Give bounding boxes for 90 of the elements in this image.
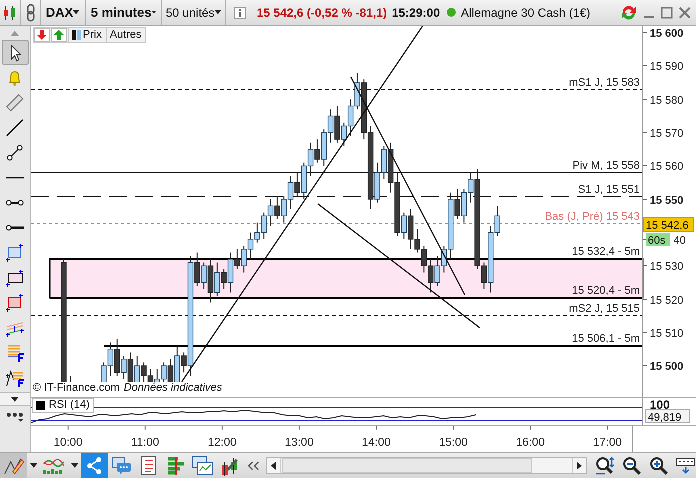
time-label: 10:00 [54, 437, 83, 450]
level-label: mS2 J, 15 515 [569, 303, 640, 315]
chart-tab[interactable]: Prix [68, 28, 105, 42]
trend-line[interactable] [318, 204, 480, 328]
time-label: 13:00 [285, 437, 314, 450]
info-icon [234, 6, 246, 18]
caret-right-icon [577, 462, 582, 470]
time-label: 15:00 [439, 437, 468, 450]
caret-icon [73, 10, 80, 15]
time-label: 16:00 [516, 437, 546, 450]
level-label: Piv M, 15 558 [572, 160, 640, 172]
caret-icon [30, 463, 38, 468]
arrow-down-icon [37, 30, 47, 40]
time-label: 11:00 [131, 437, 160, 450]
units-dropdown[interactable]: 50 unités [162, 0, 226, 25]
rectangle-icon [5, 242, 25, 262]
price-tick-label: 15 560 [650, 161, 684, 173]
segment-icon [6, 200, 24, 206]
segment-icon [5, 142, 25, 162]
level-line[interactable] [31, 196, 644, 198]
close-icon[interactable] [678, 6, 692, 20]
legend-swatch-icon [36, 401, 45, 410]
ray-icon [6, 224, 24, 230]
countdown-badge: 60s [646, 233, 670, 247]
refresh-icon[interactable] [620, 4, 638, 22]
price-tick-label: 15 580 [650, 95, 684, 107]
caret-up-icon [11, 30, 19, 36]
price-tick-label: 15 520 [650, 295, 684, 307]
comment-icon [110, 456, 133, 476]
buy-button[interactable] [51, 28, 67, 42]
level-label: 15 520,4 - 5m [572, 285, 640, 297]
double-chevron-icon[interactable] [246, 460, 261, 470]
level-label: 15 532,4 - 5m [572, 246, 640, 258]
rsi-label: RSI (14) [49, 398, 90, 414]
chart-tab[interactable]: Autres [106, 28, 145, 42]
level-label: Bas (J, Pré) 15 543 [545, 211, 640, 223]
keyboard-icon[interactable] [676, 456, 696, 476]
fibonacci-icon [5, 342, 25, 362]
instrument-name: Allemagne 30 Cash (1€) [461, 4, 591, 22]
rsi-scale-label: 100 [650, 398, 670, 412]
price-tick-label: 40 [674, 235, 686, 247]
link-icon [26, 4, 36, 22]
time-label: 17:00 [593, 437, 622, 450]
diagonal-line-icon [5, 118, 25, 138]
caret-icon [70, 463, 79, 468]
drawing-tool-button[interactable] [2, 40, 28, 65]
price-tick-label: 15 530 [650, 261, 684, 273]
level-label: S1 J, 15 551 [578, 184, 640, 196]
caret-icon [152, 10, 156, 15]
trend-line[interactable] [350, 76, 466, 296]
price-tick-label: 15 590 [650, 61, 684, 73]
arrow-up-icon [54, 30, 64, 40]
quote-text: 15 542,6 (-0,52 % -81,1) [257, 4, 388, 22]
candlestick-icon [2, 4, 18, 20]
sell-button[interactable] [34, 28, 50, 42]
level-label: 15 506,1 - 5m [572, 333, 640, 345]
time-label: 14:00 [362, 437, 391, 450]
price-tick-label: 15 570 [650, 128, 684, 140]
price-tick-label: 15 550 [650, 195, 684, 207]
price-tick-label: 15 600 [650, 28, 684, 40]
zoom-fit-icon[interactable] [595, 456, 615, 476]
timeframe-dropdown[interactable]: 5 minutes [86, 0, 162, 25]
price-tick-label: 15 510 [650, 328, 684, 340]
more-icon [6, 412, 24, 422]
rectangle-icon [5, 268, 25, 288]
disclaimer-text: Données indicatives [124, 380, 222, 396]
scrollbar-thumb[interactable] [282, 458, 532, 473]
windows-icon [192, 456, 214, 476]
trend-line[interactable] [182, 26, 424, 382]
caret-icon [214, 10, 221, 15]
last-price-badge: 15 542,6 [644, 218, 694, 232]
level-label: mS1 J, 15 583 [569, 77, 640, 89]
zoom-in-icon[interactable] [649, 456, 669, 476]
rectangle-icon [5, 292, 25, 312]
expand-button[interactable] [0, 392, 30, 406]
caret-left-icon [270, 462, 276, 470]
ruler-icon [5, 92, 25, 112]
attribution-text: © IT-Finance.com [33, 380, 120, 396]
zoom-out-icon[interactable] [622, 456, 642, 476]
time-text: 15:29:00 [392, 4, 440, 22]
level-line[interactable] [50, 258, 643, 260]
caret-icon [11, 396, 19, 402]
symbol-dropdown[interactable]: DAX [41, 0, 86, 25]
bars-icon [72, 30, 81, 40]
price-tick-label: 15 500 [650, 361, 684, 373]
time-label: 12:00 [208, 437, 237, 450]
rsi-value-badge: 49,819 [646, 410, 690, 424]
maximize-icon[interactable] [660, 6, 674, 20]
horizontal-line-icon [5, 176, 25, 178]
horizontal-scrollbar[interactable] [266, 457, 587, 474]
